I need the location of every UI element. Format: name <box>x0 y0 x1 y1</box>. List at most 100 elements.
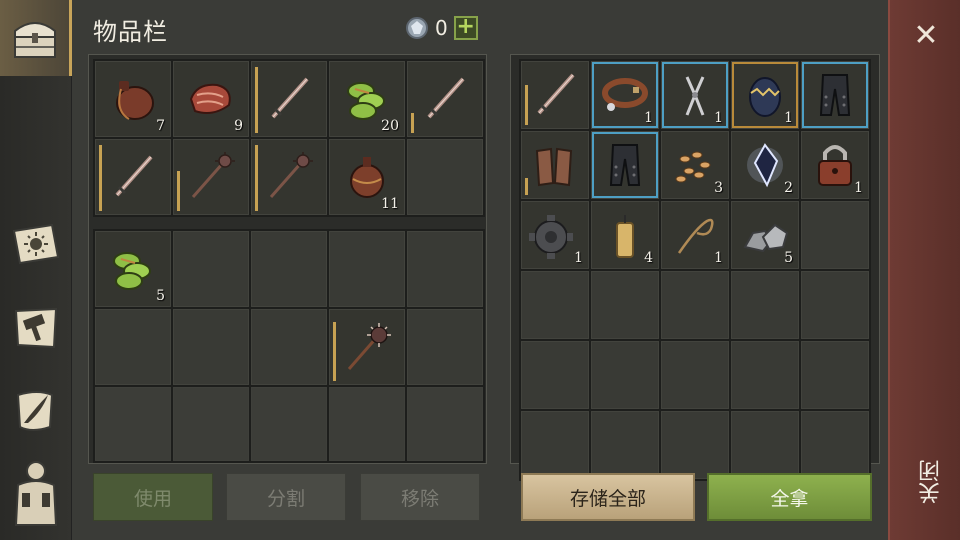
storage-slot-empty[interactable] <box>591 271 659 339</box>
storage-slot-empty[interactable] <box>591 411 659 479</box>
item-quantity: 1 <box>574 250 583 266</box>
chest-icon <box>13 22 56 58</box>
storage-panel: 1 1 1 3 2 1 1 4 1 5 <box>510 54 880 481</box>
durability-bar <box>255 67 258 133</box>
durability-bar <box>411 113 414 133</box>
currency-display: 0 + <box>405 16 478 40</box>
inventory-slot-empty[interactable] <box>251 231 327 307</box>
storage-slot-pants[interactable] <box>801 61 869 129</box>
storage-slot-chain-gloves[interactable] <box>521 131 589 199</box>
tab-inventory[interactable] <box>0 0 72 76</box>
locked-slot <box>251 387 327 461</box>
inventory-grid-bottom: 5 <box>93 229 485 387</box>
inventory-slot-green-bundle[interactable]: 5 <box>95 231 171 307</box>
item-quantity: 1 <box>644 110 653 126</box>
inventory-slot-empty[interactable] <box>173 231 249 307</box>
inventory-slot-mace[interactable] <box>173 139 249 215</box>
page-title: 物品栏 <box>93 18 168 46</box>
locked-slot <box>95 387 171 461</box>
add-currency-button[interactable]: + <box>453 16 478 40</box>
locked-slot <box>407 387 483 461</box>
close-panel[interactable] <box>888 0 960 540</box>
gem-coin-icon <box>406 17 428 39</box>
storage-slot-crystal[interactable]: 2 <box>731 131 799 199</box>
quill-scroll-icon <box>16 391 54 431</box>
item-quantity: 4 <box>644 250 653 266</box>
durability-bar <box>255 145 258 211</box>
tab-craft[interactable] <box>0 290 72 366</box>
storage-slot-empty[interactable] <box>801 201 869 269</box>
storage-slot-stones[interactable]: 5 <box>731 201 799 269</box>
item-quantity: 11 <box>381 196 399 212</box>
inventory-grid-top: 7 9 20 11 <box>93 59 485 217</box>
storage-grid: 1 1 1 3 2 1 1 4 1 5 <box>519 59 871 481</box>
durability-bar <box>99 145 102 211</box>
storage-slot-empty[interactable] <box>661 271 729 339</box>
storage-slot-empty[interactable] <box>731 271 799 339</box>
inventory-slot-sword[interactable] <box>95 139 171 215</box>
storage-slot-empty[interactable] <box>801 271 869 339</box>
storage-slot-empty[interactable] <box>731 341 799 409</box>
close-icon[interactable]: ✕ <box>912 21 940 51</box>
storage-slot-seeds[interactable]: 3 <box>661 131 729 199</box>
tab-recipes[interactable] <box>0 206 72 282</box>
inventory-slot-mace[interactable] <box>251 139 327 215</box>
inventory-slot-sword[interactable] <box>407 61 483 137</box>
inventory-panel: 7 9 20 11 5 <box>88 54 487 464</box>
locked-slot <box>173 387 249 461</box>
durability-bar <box>177 171 180 211</box>
inventory-slot-green-bundle[interactable]: 20 <box>329 61 405 137</box>
storage-slot-empty[interactable] <box>521 411 589 479</box>
storage-slot-empty[interactable] <box>801 341 869 409</box>
item-quantity: 1 <box>784 110 793 126</box>
storage-slot-empty[interactable] <box>591 341 659 409</box>
inventory-slot-empty[interactable] <box>95 309 171 385</box>
durability-bar <box>525 178 528 195</box>
inventory-slot-spiked-mace[interactable] <box>329 309 405 385</box>
inventory-slot-empty[interactable] <box>329 231 405 307</box>
item-quantity: 7 <box>156 118 165 134</box>
inventory-slot-meat[interactable]: 9 <box>173 61 249 137</box>
inventory-slot-empty[interactable] <box>407 139 483 215</box>
storage-slot-sword[interactable] <box>521 61 589 129</box>
inventory-slot-empty[interactable] <box>251 309 327 385</box>
storage-slot-empty[interactable] <box>521 341 589 409</box>
storage-slot-egg[interactable]: 1 <box>731 61 799 129</box>
storage-slot-empty[interactable] <box>661 341 729 409</box>
storage-slot-pants[interactable] <box>591 131 659 199</box>
item-quantity: 5 <box>784 250 793 266</box>
item-quantity: 1 <box>714 250 723 266</box>
store-all-button[interactable]: 存储全部 <box>521 473 695 521</box>
use-button[interactable]: 使用 <box>93 473 213 521</box>
storage-slot-empty[interactable] <box>731 411 799 479</box>
inventory-slot-empty[interactable] <box>173 309 249 385</box>
split-button[interactable]: 分割 <box>226 473 346 521</box>
inventory-slot-waterskin[interactable]: 7 <box>95 61 171 137</box>
inventory-grid-locked <box>93 385 485 463</box>
storage-slot-gear[interactable]: 1 <box>521 201 589 269</box>
storage-slot-empty[interactable] <box>661 411 729 479</box>
item-quantity: 1 <box>854 180 863 196</box>
close-label[interactable]: 关闭 <box>916 460 944 504</box>
storage-slot-padlock[interactable]: 1 <box>801 131 869 199</box>
take-all-button[interactable]: 全拿 <box>707 473 872 521</box>
inventory-slot-empty[interactable] <box>407 231 483 307</box>
storage-slot-empty[interactable] <box>521 271 589 339</box>
durability-bar <box>525 85 528 125</box>
sun-book-icon <box>12 223 60 265</box>
inventory-slot-waterskin-round[interactable]: 11 <box>329 139 405 215</box>
storage-slot-collar[interactable]: 1 <box>591 61 659 129</box>
item-quantity: 20 <box>381 118 399 134</box>
inventory-slot-sword[interactable] <box>251 61 327 137</box>
storage-slot-candle[interactable]: 4 <box>591 201 659 269</box>
storage-slot-pliers[interactable]: 1 <box>661 61 729 129</box>
inventory-slot-empty[interactable] <box>407 309 483 385</box>
tab-character[interactable] <box>0 456 72 532</box>
storage-slot-empty[interactable] <box>801 411 869 479</box>
tab-quests[interactable] <box>0 372 72 448</box>
item-quantity: 1 <box>714 110 723 126</box>
remove-button[interactable]: 移除 <box>360 473 480 521</box>
item-quantity: 5 <box>156 288 165 304</box>
backpack-icon <box>14 461 58 526</box>
storage-slot-rope[interactable]: 1 <box>661 201 729 269</box>
